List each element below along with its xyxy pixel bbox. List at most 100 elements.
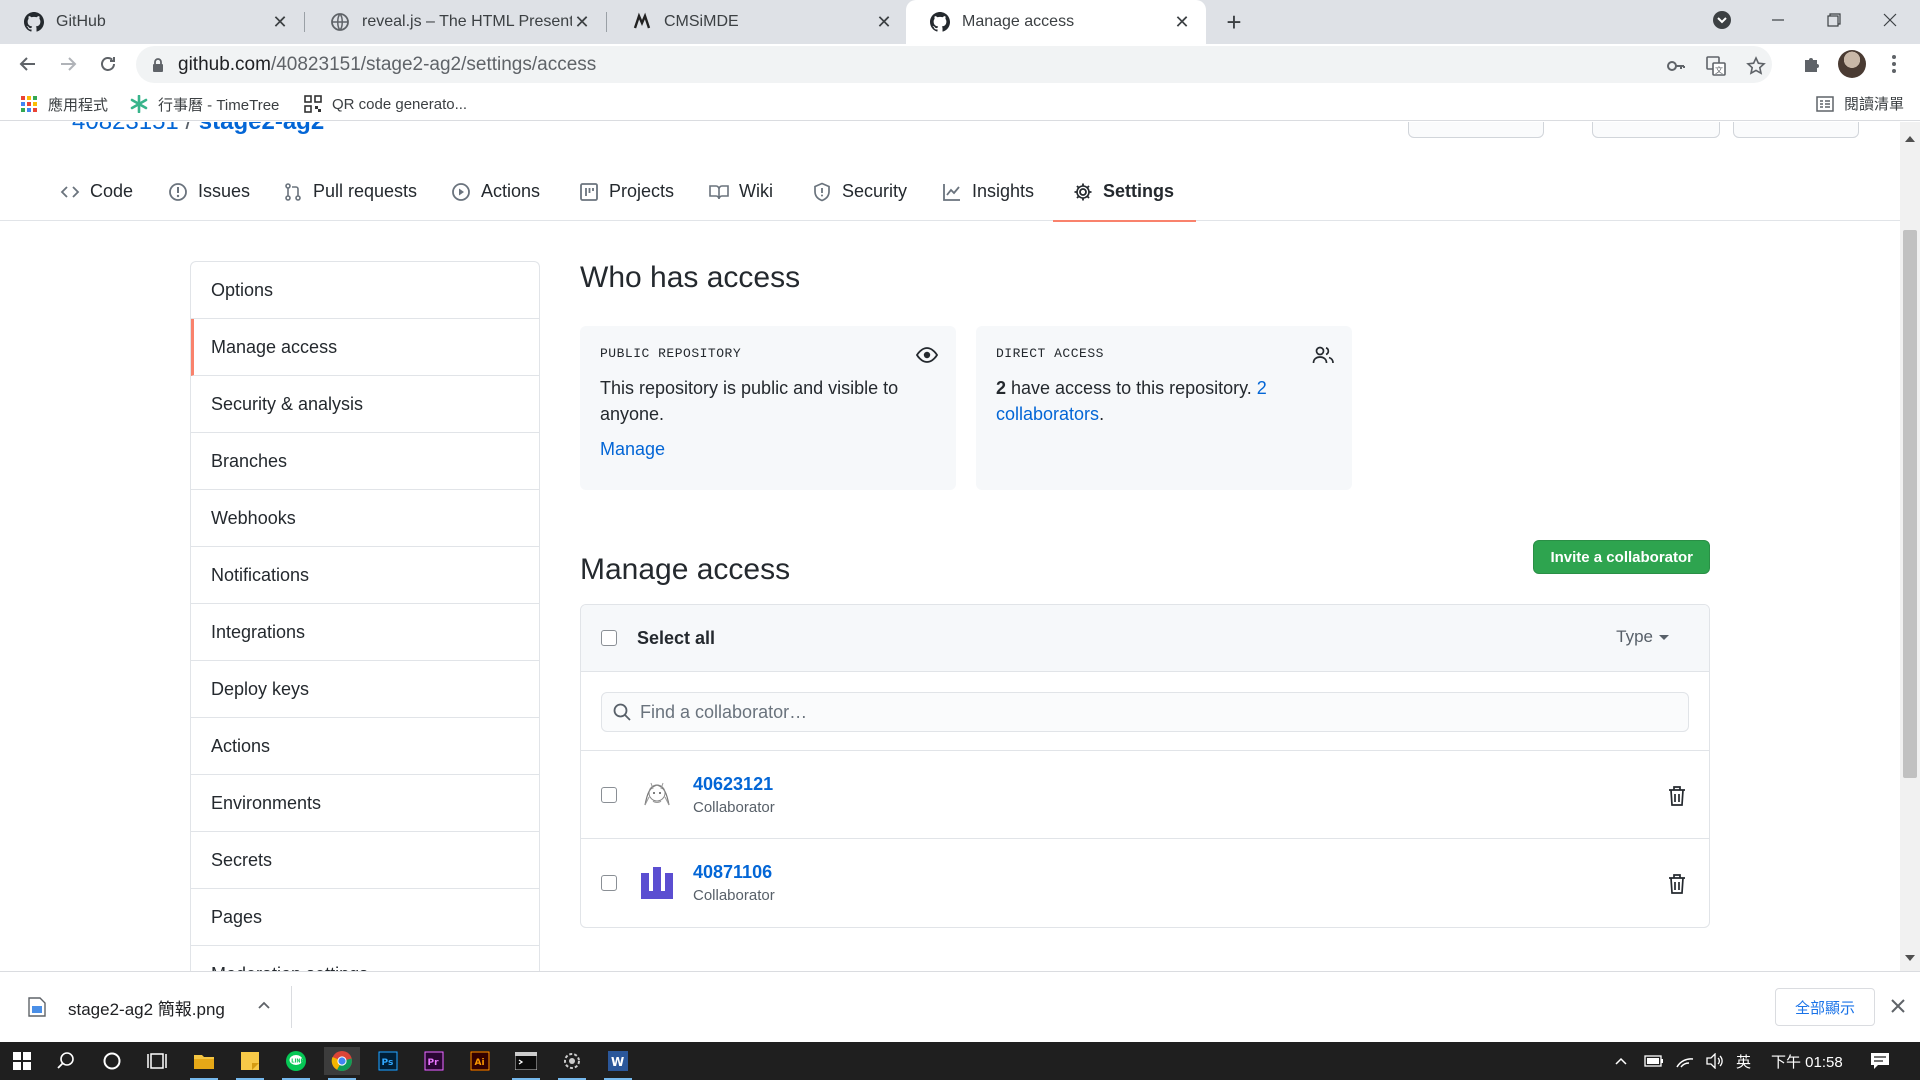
- tab-projects[interactable]: Projects: [579, 162, 674, 221]
- sticky-notes-icon[interactable]: [232, 1047, 268, 1080]
- invite-collaborator-button[interactable]: Invite a collaborator: [1533, 540, 1710, 574]
- sidebar-item-notifications[interactable]: Notifications: [191, 547, 539, 604]
- tab-issues[interactable]: Issues: [168, 162, 250, 221]
- wifi-icon[interactable]: [1676, 1053, 1694, 1069]
- bookmark-apps[interactable]: 應用程式: [20, 93, 108, 115]
- browser-tab-cmsimde[interactable]: CMSiMDE ✕: [608, 0, 908, 44]
- scrollbar-thumb[interactable]: [1903, 230, 1917, 778]
- collaborator-username-link[interactable]: 40871106: [693, 862, 775, 883]
- close-tab-icon[interactable]: ✕: [874, 12, 894, 32]
- line-app-icon[interactable]: LINE: [278, 1047, 314, 1080]
- reload-icon[interactable]: [92, 48, 124, 80]
- sidebar-item-options[interactable]: Options: [191, 262, 539, 319]
- repo-name-link[interactable]: stage2-ag2: [199, 122, 324, 135]
- chevron-up-icon[interactable]: [1614, 1054, 1628, 1068]
- close-tab-icon[interactable]: ✕: [270, 12, 290, 32]
- close-icon[interactable]: [1888, 996, 1908, 1016]
- photoshop-icon[interactable]: Ps: [370, 1047, 406, 1075]
- collaborator-search-field[interactable]: [601, 692, 1689, 732]
- chrome-icon[interactable]: [324, 1047, 360, 1080]
- collaborator-checkbox[interactable]: [601, 875, 617, 891]
- page-scrollbar[interactable]: [1900, 122, 1920, 971]
- repo-owner-link[interactable]: 40823151: [72, 122, 179, 135]
- sidebar-item-integrations[interactable]: Integrations: [191, 604, 539, 661]
- battery-icon[interactable]: [1644, 1054, 1664, 1068]
- tab-code[interactable]: Code: [60, 162, 133, 221]
- restore-window-icon[interactable]: [1806, 0, 1862, 40]
- chevron-up-icon[interactable]: [257, 998, 271, 1012]
- sidebar-item-pages[interactable]: Pages: [191, 889, 539, 946]
- sidebar-item-actions[interactable]: Actions: [191, 718, 539, 775]
- forward-arrow-icon[interactable]: [52, 48, 84, 80]
- trash-icon[interactable]: [1667, 873, 1687, 895]
- cortana-circle-icon[interactable]: [94, 1047, 130, 1075]
- back-arrow-icon[interactable]: [12, 48, 44, 80]
- sidebar-item-webhooks[interactable]: Webhooks: [191, 490, 539, 547]
- bookmark-star-icon[interactable]: [1746, 56, 1766, 76]
- fork-button[interactable]: [1733, 122, 1859, 138]
- scroll-down-arrow-icon[interactable]: [1905, 955, 1915, 961]
- sidebar-item-moderation-settings[interactable]: Moderation settings: [191, 946, 539, 972]
- close-tab-icon[interactable]: ✕: [1172, 12, 1192, 32]
- collaborator-checkbox[interactable]: [601, 786, 617, 803]
- close-tab-icon[interactable]: ✕: [572, 12, 592, 32]
- clock[interactable]: 下午 01:58: [1771, 1051, 1843, 1072]
- sidebar-item-security-analysis[interactable]: Security & analysis: [191, 376, 539, 433]
- illustrator-icon[interactable]: Ai: [462, 1047, 498, 1075]
- extensions-puzzle-icon[interactable]: [1800, 52, 1824, 76]
- minimize-window-icon[interactable]: [1750, 0, 1806, 40]
- watch-button[interactable]: [1408, 122, 1544, 138]
- trash-icon[interactable]: [1667, 785, 1687, 807]
- app-gear-icon[interactable]: [554, 1047, 590, 1080]
- word-icon[interactable]: W: [600, 1047, 636, 1080]
- ime-indicator[interactable]: 英: [1736, 1051, 1751, 1072]
- download-item[interactable]: stage2-ag2 簡報.png: [20, 986, 292, 1028]
- sketch-avatar[interactable]: [637, 774, 677, 815]
- show-all-downloads-button[interactable]: 全部顯示: [1775, 988, 1875, 1026]
- key-icon[interactable]: [1666, 56, 1686, 76]
- search-icon[interactable]: [48, 1047, 84, 1075]
- tab-actions[interactable]: Actions: [451, 162, 540, 221]
- kebab-menu-icon[interactable]: [1882, 52, 1906, 76]
- bookmark-timetree[interactable]: 行事曆 - TimeTree: [130, 93, 279, 115]
- tab-search-icon[interactable]: [1694, 0, 1750, 40]
- select-all-checkbox[interactable]: [601, 630, 617, 646]
- collaborator-search-input[interactable]: [640, 701, 1540, 723]
- new-tab-plus-icon[interactable]: +: [1220, 7, 1248, 37]
- browser-tab-manage-access[interactable]: Manage access ✕: [906, 0, 1206, 44]
- direct-access-sentence: have access to this repository.: [1006, 378, 1257, 398]
- tab-settings[interactable]: Settings: [1052, 162, 1197, 222]
- browser-tab-github[interactable]: GitHub ✕: [0, 0, 304, 44]
- notification-center-icon[interactable]: [1862, 1047, 1898, 1075]
- tab-pull-requests[interactable]: Pull requests: [283, 162, 417, 221]
- browser-tab-revealjs[interactable]: reveal.js – The HTML Presentati ✕: [306, 0, 606, 44]
- lock-icon[interactable]: [150, 57, 166, 73]
- star-button[interactable]: [1592, 122, 1720, 138]
- premiere-icon[interactable]: Pr: [416, 1047, 452, 1075]
- terminal-icon[interactable]: [508, 1047, 544, 1080]
- collaborator-role: Collaborator: [693, 798, 775, 816]
- file-explorer-icon[interactable]: [186, 1047, 222, 1080]
- tab-security[interactable]: Security: [812, 162, 907, 221]
- sidebar-item-branches[interactable]: Branches: [191, 433, 539, 490]
- reading-list-button[interactable]: 閱讀清單: [1816, 93, 1904, 114]
- windows-start-icon[interactable]: [4, 1047, 40, 1075]
- tab-wiki[interactable]: Wiki: [709, 162, 773, 221]
- profile-avatar[interactable]: [1838, 50, 1866, 78]
- identicon-avatar[interactable]: [637, 863, 677, 903]
- tab-insights[interactable]: Insights: [942, 162, 1034, 221]
- sidebar-item-secrets[interactable]: Secrets: [191, 832, 539, 889]
- sidebar-item-environments[interactable]: Environments: [191, 775, 539, 832]
- bookmark-qr-code[interactable]: QR code generato...: [304, 93, 467, 115]
- sidebar-item-manage-access[interactable]: Manage access: [191, 319, 539, 376]
- close-window-icon[interactable]: [1862, 0, 1918, 40]
- type-filter-dropdown[interactable]: Type: [1616, 627, 1669, 647]
- volume-icon[interactable]: [1706, 1053, 1724, 1069]
- task-view-icon[interactable]: [140, 1047, 176, 1075]
- sidebar-item-deploy-keys[interactable]: Deploy keys: [191, 661, 539, 718]
- collaborator-username-link[interactable]: 40623121: [693, 774, 775, 795]
- scroll-up-arrow-icon[interactable]: [1905, 136, 1915, 142]
- manage-visibility-link[interactable]: Manage: [600, 439, 665, 460]
- address-bar[interactable]: github.com/40823151/stage2-ag2/settings/…: [136, 46, 1772, 83]
- translate-icon[interactable]: 文: [1706, 56, 1726, 76]
